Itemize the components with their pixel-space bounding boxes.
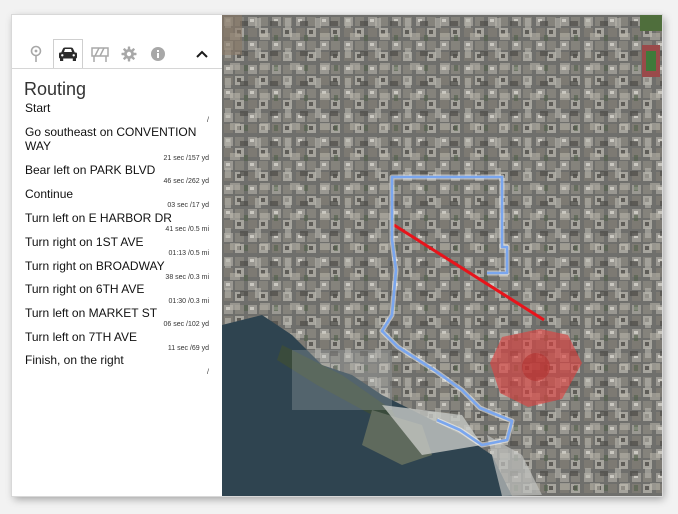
routing-sidebar: Routing Start / Go southeast on CONVENTI… [12, 15, 222, 496]
step-duration-distance: / [207, 117, 209, 124]
info-icon [151, 47, 165, 61]
step-duration-distance: / [207, 369, 209, 376]
step-duration-distance: 38 sec /0.3 mi [165, 274, 209, 281]
step-instruction: Turn right on 1ST AVE [25, 235, 144, 249]
location-pin-button[interactable] [22, 40, 50, 68]
info-button[interactable] [144, 40, 172, 68]
step-duration-distance: 01:30 /0.3 mi [168, 298, 209, 305]
app-window: Routing Start / Go southeast on CONVENTI… [12, 15, 662, 496]
chevron-up-icon [196, 50, 208, 58]
step-instruction: Continue [25, 187, 74, 201]
barrier-button[interactable] [86, 40, 114, 68]
location-pin-icon [30, 45, 42, 62]
aerial-map[interactable] [222, 15, 662, 496]
toolbar-divider [12, 68, 222, 69]
map-view[interactable] [222, 15, 662, 496]
step-duration-distance: 01:13 /0.5 mi [168, 250, 209, 257]
marina [292, 350, 392, 410]
step-duration-distance: 03 sec /17 yd [167, 202, 209, 209]
block-area [222, 15, 242, 55]
collapse-button[interactable] [188, 40, 216, 68]
step-instruction: Turn left on 7TH AVE [25, 330, 138, 344]
car-icon [59, 47, 77, 61]
toolbar [12, 39, 222, 70]
step-instruction: Start [25, 101, 51, 115]
step-duration-distance: 41 sec /0.5 mi [165, 226, 209, 233]
barrier-icon [91, 47, 109, 62]
step-instruction: Finish, on the right [25, 353, 124, 367]
step-instruction: Turn right on BROADWAY [25, 259, 165, 273]
step-duration-distance: 21 sec /157 yd [163, 155, 209, 162]
panel-title: Routing [24, 79, 87, 99]
field-green [646, 51, 656, 71]
stadium-field [522, 353, 550, 381]
step-instruction: Turn left on MARKET ST [25, 306, 158, 320]
car-button[interactable] [53, 39, 83, 69]
settings-button[interactable] [115, 40, 143, 68]
step-instruction: Bear left on PARK BLVD [25, 163, 156, 177]
step-duration-distance: 46 sec /262 yd [163, 178, 209, 185]
step-duration-distance: 06 sec /102 yd [163, 321, 209, 328]
gear-icon [121, 46, 137, 62]
step-duration-distance: 11 sec /69 yd [167, 345, 209, 352]
step-instruction: Turn right on 6TH AVE [25, 282, 145, 296]
step-instruction: Go southeast on CONVENTION WAY [25, 125, 197, 153]
park-area [640, 15, 662, 31]
step-instruction: Turn left on E HARBOR DR [25, 211, 172, 225]
